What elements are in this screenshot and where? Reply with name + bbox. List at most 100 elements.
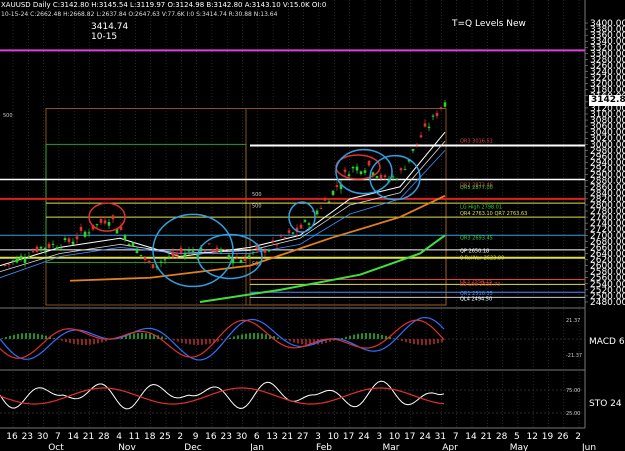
candle-body xyxy=(15,257,19,263)
date-tick-label: 10 xyxy=(389,432,401,442)
candle-body xyxy=(367,160,371,166)
month-label: Oct xyxy=(48,443,64,451)
candle-body xyxy=(103,220,107,224)
candle-body xyxy=(359,171,363,175)
candle-body xyxy=(107,222,111,226)
level-label: QR3 3016.51 xyxy=(460,138,493,144)
candle-body xyxy=(175,252,179,255)
date-tick-label: 25 xyxy=(159,432,170,442)
candle-body xyxy=(291,232,295,234)
candle-body xyxy=(251,252,255,254)
candle-body xyxy=(83,231,87,237)
date-tick-label: 28 xyxy=(496,432,508,442)
study-title: T=Q Levels New xyxy=(452,19,526,29)
candle-body xyxy=(411,148,415,151)
date-tick-label: 6 xyxy=(254,432,260,442)
candle-body xyxy=(319,207,323,209)
candle-body xyxy=(39,246,43,249)
candle-body xyxy=(171,251,175,257)
candle-body xyxy=(279,235,283,237)
candle-body xyxy=(299,224,303,229)
candle-body xyxy=(95,224,99,226)
month-label: Mar xyxy=(383,443,400,451)
candle-body xyxy=(43,247,47,250)
candle-body xyxy=(55,247,59,251)
date-tick-label: 27 xyxy=(297,432,308,442)
date-tick-label: 7 xyxy=(55,432,61,442)
big-date: 10-15 xyxy=(91,32,118,42)
level-label: QR5 2877.00 xyxy=(460,185,493,191)
candle-body xyxy=(395,179,399,181)
candle-body xyxy=(135,248,139,254)
candle-body xyxy=(343,169,347,173)
level-label: QL4 2494.50 xyxy=(460,296,492,302)
candle-body xyxy=(247,255,251,258)
candle-body xyxy=(431,115,435,117)
date-tick-label: 21 xyxy=(282,432,293,442)
candle-body xyxy=(63,238,67,241)
candle-body xyxy=(315,210,319,215)
candle-body xyxy=(415,143,419,145)
date-tick-label: 14 xyxy=(67,432,79,442)
date-tick-label: 3 xyxy=(376,432,382,442)
month-label: Nov xyxy=(118,443,136,451)
candle-body xyxy=(7,263,11,265)
candle-body xyxy=(99,218,103,223)
level-label: LG High 2798.01 xyxy=(460,205,502,211)
candle-body xyxy=(267,249,271,252)
macd-label: MACD 6 xyxy=(589,337,625,347)
candle-body xyxy=(275,244,279,246)
candle-body xyxy=(3,265,7,267)
candle-body xyxy=(435,112,439,117)
candle-body xyxy=(159,261,163,263)
candle-body xyxy=(331,190,335,195)
candle-body xyxy=(399,168,403,171)
candle-body xyxy=(243,258,247,261)
date-tick-label: 13 xyxy=(266,432,277,442)
price-tick-label: 2480.00 xyxy=(590,298,625,308)
candle-body xyxy=(87,232,91,234)
candle-body xyxy=(307,223,311,225)
candle-body xyxy=(203,250,207,252)
candle-body xyxy=(375,176,379,178)
sto-tick-label: 25.00 xyxy=(566,411,580,417)
date-tick-label: 19 xyxy=(542,432,554,442)
candle-body xyxy=(427,126,431,128)
candle-body xyxy=(123,235,127,241)
date-tick-label: 21 xyxy=(83,432,94,442)
month-label: Feb xyxy=(316,443,332,451)
date-tick-label: 2 xyxy=(575,432,581,442)
candle-body xyxy=(79,226,83,231)
candle-body xyxy=(143,257,147,260)
date-tick-label: 7 xyxy=(453,432,459,442)
candle-body xyxy=(223,249,227,251)
candle-body xyxy=(139,254,143,256)
candle-body xyxy=(151,264,155,269)
level-label: QP 2650.18 xyxy=(460,249,489,255)
level-label: QR3 2693.45 xyxy=(460,235,493,241)
date-tick-label: 5 xyxy=(514,432,520,442)
date-tick-label: 24 xyxy=(419,432,431,442)
candle-body xyxy=(215,247,219,252)
level-label: 0 RollVar 2623.80 xyxy=(460,255,504,261)
chart-canvas[interactable]: 3400.003380.003360.003340.003320.003300.… xyxy=(0,0,625,451)
date-tick-label: 28 xyxy=(98,432,110,442)
candle-body xyxy=(303,220,307,222)
date-tick-label: 12 xyxy=(526,432,537,442)
date-tick-label: 21 xyxy=(481,432,492,442)
candle-body xyxy=(27,256,31,258)
month-label: Dec xyxy=(184,443,201,451)
candle-body xyxy=(219,248,223,253)
candle-body xyxy=(355,166,359,171)
box-label: 500 xyxy=(252,203,262,209)
candle-body xyxy=(283,237,287,239)
candle-body xyxy=(127,244,131,246)
month-label: Jun xyxy=(581,443,596,451)
candle-body xyxy=(179,247,183,253)
current-price-tag: 3142.80 xyxy=(589,95,625,106)
candle-body xyxy=(227,255,231,258)
candle-body xyxy=(351,166,355,169)
date-tick-label: 23 xyxy=(22,432,33,442)
box-label: 500 xyxy=(252,192,262,198)
macd-tick-label: 21.37 xyxy=(566,318,580,324)
